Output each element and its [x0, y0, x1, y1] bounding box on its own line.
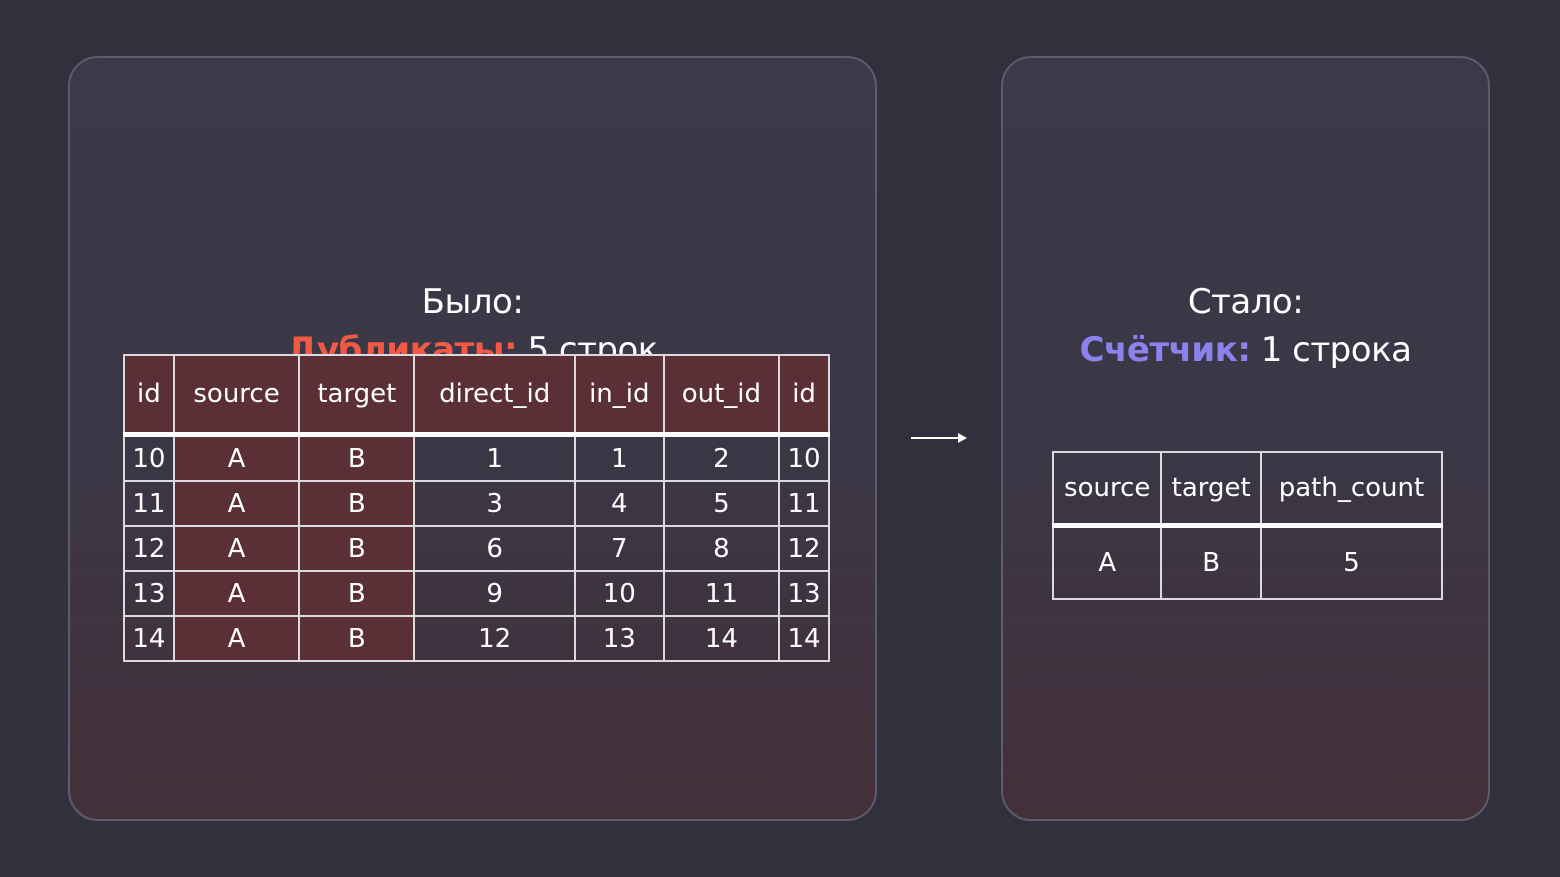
table-cell: 14	[662, 615, 781, 662]
column-header: target	[1160, 451, 1262, 527]
table-cell: 12	[123, 525, 175, 572]
arrow-right-icon	[911, 433, 967, 443]
table-cell: A	[172, 433, 301, 482]
table-cell: 4	[573, 480, 665, 527]
table-cell: 6	[413, 525, 576, 572]
table-cell: 12	[413, 615, 576, 662]
column-header: out_id	[662, 354, 781, 436]
column-header: target	[298, 354, 416, 436]
before-title: Было:	[421, 282, 524, 322]
table-cell: 10	[778, 433, 830, 482]
table-cell: B	[298, 615, 416, 662]
table-cell: 5	[662, 480, 781, 527]
table-row: 14 A B 12 13 14 14	[123, 615, 830, 662]
table-row: 11 A B 3 4 5 11	[123, 480, 830, 527]
table-cell: A	[172, 480, 301, 527]
table-cell: A	[172, 570, 301, 617]
table-header-row: id source target direct_id in_id out_id …	[123, 354, 830, 436]
column-header: path_count	[1259, 451, 1444, 527]
table-header-row: source target path_count	[1051, 451, 1444, 527]
table-cell: B	[1160, 524, 1262, 600]
column-header: source	[172, 354, 301, 436]
column-header: id	[778, 354, 830, 436]
table-cell: 5	[1259, 524, 1444, 600]
table-cell: B	[298, 525, 416, 572]
table-cell: A	[1051, 524, 1163, 600]
table-cell: B	[298, 433, 416, 482]
after-heading: Стало: Счётчик: 1 строка	[1003, 278, 1488, 374]
table-cell: 1	[413, 433, 576, 482]
table-row: 10 A B 1 1 2 10	[123, 433, 830, 482]
before-table: id source target direct_id in_id out_id …	[123, 354, 830, 662]
table-cell: 11	[662, 570, 781, 617]
column-header: in_id	[573, 354, 665, 436]
table-cell: 7	[573, 525, 665, 572]
table-cell: A	[172, 615, 301, 662]
column-header: source	[1051, 451, 1163, 527]
table-cell: A	[172, 525, 301, 572]
table-cell: B	[298, 570, 416, 617]
table-cell: 8	[662, 525, 781, 572]
table-cell: 9	[413, 570, 576, 617]
after-table: source target path_count AB5	[1051, 451, 1444, 600]
after-panel: Стало: Счётчик: 1 строка source target p…	[1001, 56, 1490, 821]
table-cell: 2	[662, 433, 781, 482]
table-cell: 14	[123, 615, 175, 662]
column-header: direct_id	[413, 354, 576, 436]
after-title: Стало:	[1187, 282, 1304, 322]
table-cell: 11	[778, 480, 830, 527]
column-header: id	[123, 354, 175, 436]
table-cell: 13	[123, 570, 175, 617]
table-cell: 13	[573, 615, 665, 662]
table-cell: 10	[573, 570, 665, 617]
after-highlight: Счётчик:	[1079, 330, 1251, 370]
table-cell: 1	[573, 433, 665, 482]
after-subtitle: 1 строка	[1250, 330, 1412, 370]
table-row: 13 A B 9 10 11 13	[123, 570, 830, 617]
before-panel: Было: Дубликаты: 5 строк id source targe…	[68, 56, 877, 821]
table-cell: 10	[123, 433, 175, 482]
table-cell: 14	[778, 615, 830, 662]
after-subtitle-line: Счётчик: 1 строка	[1003, 326, 1488, 374]
table-cell: 11	[123, 480, 175, 527]
table-row: AB5	[1051, 524, 1444, 600]
table-cell: 12	[778, 525, 830, 572]
table-cell: 3	[413, 480, 576, 527]
table-cell: B	[298, 480, 416, 527]
table-cell: 13	[778, 570, 830, 617]
table-row: 12 A B 6 7 8 12	[123, 525, 830, 572]
